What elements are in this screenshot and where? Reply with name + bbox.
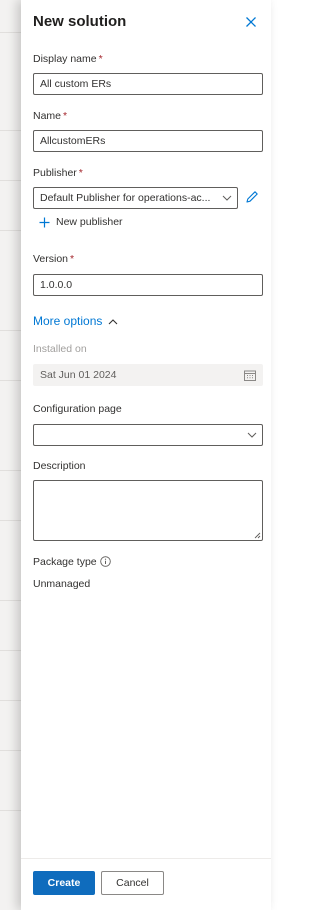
background-row <box>0 470 22 471</box>
publisher-dropdown[interactable]: Default Publisher for operations-ac... <box>33 187 238 209</box>
background-row <box>0 600 22 601</box>
installed-on-field: Sat Jun 01 2024 <box>33 364 263 386</box>
panel-title: New solution <box>33 13 127 30</box>
background-row <box>0 750 22 751</box>
package-type-value: Unmanaged <box>33 578 91 590</box>
name-field[interactable]: AllcustomERs <box>33 130 263 152</box>
version-label-text: Version <box>33 253 69 265</box>
required-marker: * <box>78 167 83 179</box>
background-row <box>0 380 22 381</box>
calendar-icon <box>244 370 256 381</box>
chevron-down-icon <box>222 195 232 201</box>
display-name-label-text: Display name <box>33 53 97 65</box>
background-app <box>0 0 22 910</box>
new-publisher-button[interactable]: New publisher <box>39 216 123 228</box>
more-options-label: More options <box>33 314 103 328</box>
background-row <box>0 32 22 33</box>
display-name-field[interactable]: All custom ERs <box>33 73 263 95</box>
create-button[interactable]: Create <box>33 871 95 895</box>
display-name-label: Display name * <box>33 53 103 65</box>
background-row <box>0 130 22 131</box>
description-textarea[interactable] <box>33 480 263 541</box>
plus-icon <box>39 217 50 227</box>
configuration-page-dropdown[interactable] <box>33 424 263 446</box>
background-row <box>0 700 22 701</box>
background-row <box>0 810 22 811</box>
new-solution-panel: New solution Display name * All custom ER… <box>21 0 271 910</box>
close-icon[interactable] <box>243 14 259 30</box>
background-row <box>0 180 22 181</box>
background-row <box>0 230 22 231</box>
chevron-down-icon <box>247 432 257 438</box>
background-row <box>0 330 22 331</box>
version-field[interactable]: 1.0.0.0 <box>33 274 263 296</box>
required-marker: * <box>98 53 103 65</box>
installed-on-value: Sat Jun 01 2024 <box>40 369 117 381</box>
more-options-toggle[interactable]: More options <box>33 314 118 328</box>
configuration-page-label: Configuration page <box>33 403 122 415</box>
package-type-label: Package type <box>33 556 97 568</box>
publisher-label-text: Publisher <box>33 167 77 179</box>
installed-on-label: Installed on <box>33 343 87 355</box>
new-publisher-label: New publisher <box>56 216 123 228</box>
name-label: Name * <box>33 110 67 122</box>
cancel-button[interactable]: Cancel <box>101 871 164 895</box>
footer-divider <box>21 858 271 859</box>
info-icon[interactable] <box>100 556 111 567</box>
required-marker: * <box>63 110 68 122</box>
publisher-label: Publisher * <box>33 167 83 179</box>
required-marker: * <box>70 253 75 265</box>
chevron-up-icon <box>108 318 118 324</box>
name-label-text: Name <box>33 110 62 122</box>
background-row <box>0 650 22 651</box>
description-label: Description <box>33 460 86 472</box>
background-row <box>0 520 22 521</box>
publisher-dropdown-value: Default Publisher for operations-ac... <box>40 192 211 204</box>
version-label: Version * <box>33 253 74 265</box>
resize-handle-icon[interactable] <box>253 531 261 539</box>
edit-pencil-icon[interactable] <box>245 190 259 204</box>
